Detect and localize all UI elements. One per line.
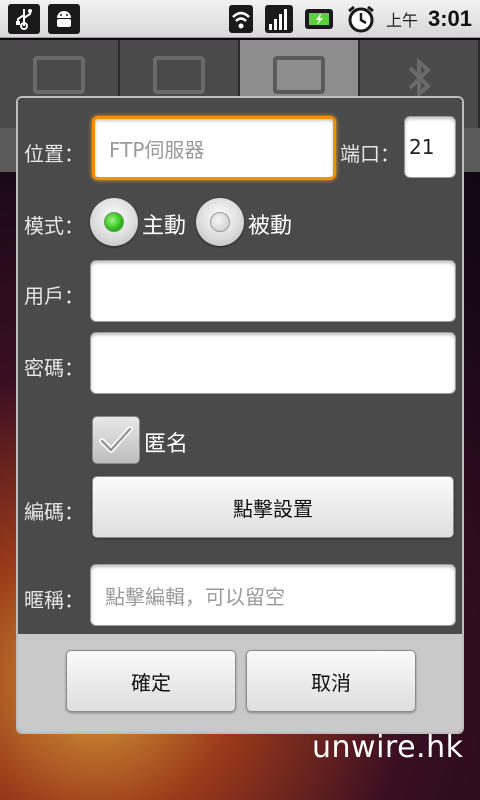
anonymous-checkbox[interactable] bbox=[92, 416, 140, 464]
nickname-placeholder: 點擊編輯，可以留空 bbox=[105, 584, 285, 609]
port-input[interactable]: 21 bbox=[404, 116, 456, 178]
android-debug-icon bbox=[48, 3, 80, 34]
host-placeholder: FTP伺服器 bbox=[109, 137, 205, 162]
signal-icon bbox=[264, 4, 294, 34]
cancel-button[interactable]: 取消 bbox=[246, 650, 416, 712]
dialog-footer: 確定 取消 bbox=[18, 634, 462, 732]
anonymous-label[interactable]: 匿名 bbox=[144, 426, 188, 458]
password-input[interactable] bbox=[90, 332, 456, 394]
nickname-label: 暱稱： bbox=[24, 588, 84, 612]
alarm-icon bbox=[346, 4, 376, 34]
mode-passive-label[interactable]: 被動 bbox=[248, 208, 292, 240]
checkmark-icon bbox=[99, 426, 133, 453]
radio-unselected-dot bbox=[210, 212, 230, 232]
nickname-input[interactable]: 點擊編輯，可以留空 bbox=[90, 564, 456, 626]
user-label: 用戶： bbox=[24, 284, 84, 308]
port-label: 端口： bbox=[340, 142, 400, 166]
battery-charging-icon bbox=[304, 7, 336, 31]
mode-active-radio[interactable] bbox=[90, 198, 138, 246]
bluetooth-icon bbox=[408, 57, 431, 99]
mode-active-label[interactable]: 主動 bbox=[142, 208, 186, 240]
status-ampm: 上午 bbox=[385, 10, 418, 30]
encoding-settings-button[interactable]: 點擊設置 bbox=[92, 476, 454, 538]
status-bar: 上午 3:01 bbox=[0, 0, 480, 38]
mode-passive-radio[interactable] bbox=[196, 198, 244, 246]
ftp-server-dialog: 位置： FTP伺服器 端口： 21 模式： 主動 被動 用戶： 密碼： 匿名 編… bbox=[16, 96, 464, 734]
status-time: 3:01 bbox=[427, 5, 472, 31]
user-input[interactable] bbox=[90, 260, 456, 322]
usb-icon bbox=[8, 3, 40, 34]
watermark: unwire.hk bbox=[312, 730, 464, 765]
computer-icon bbox=[153, 56, 205, 94]
mode-label: 模式： bbox=[24, 214, 84, 238]
host-input[interactable]: FTP伺服器 bbox=[92, 116, 336, 180]
dialog-body: 位置： FTP伺服器 端口： 21 模式： 主動 被動 用戶： 密碼： 匿名 編… bbox=[18, 98, 462, 634]
ok-button[interactable]: 確定 bbox=[66, 650, 236, 712]
phone-storage-icon bbox=[33, 56, 85, 94]
encoding-label: 編碼： bbox=[24, 500, 84, 524]
position-label: 位置： bbox=[24, 142, 84, 166]
radio-selected-dot bbox=[104, 212, 124, 232]
network-folder-icon bbox=[273, 56, 325, 94]
password-label: 密碼： bbox=[24, 356, 84, 380]
port-value: 21 bbox=[409, 135, 435, 159]
wifi-icon bbox=[228, 4, 254, 34]
